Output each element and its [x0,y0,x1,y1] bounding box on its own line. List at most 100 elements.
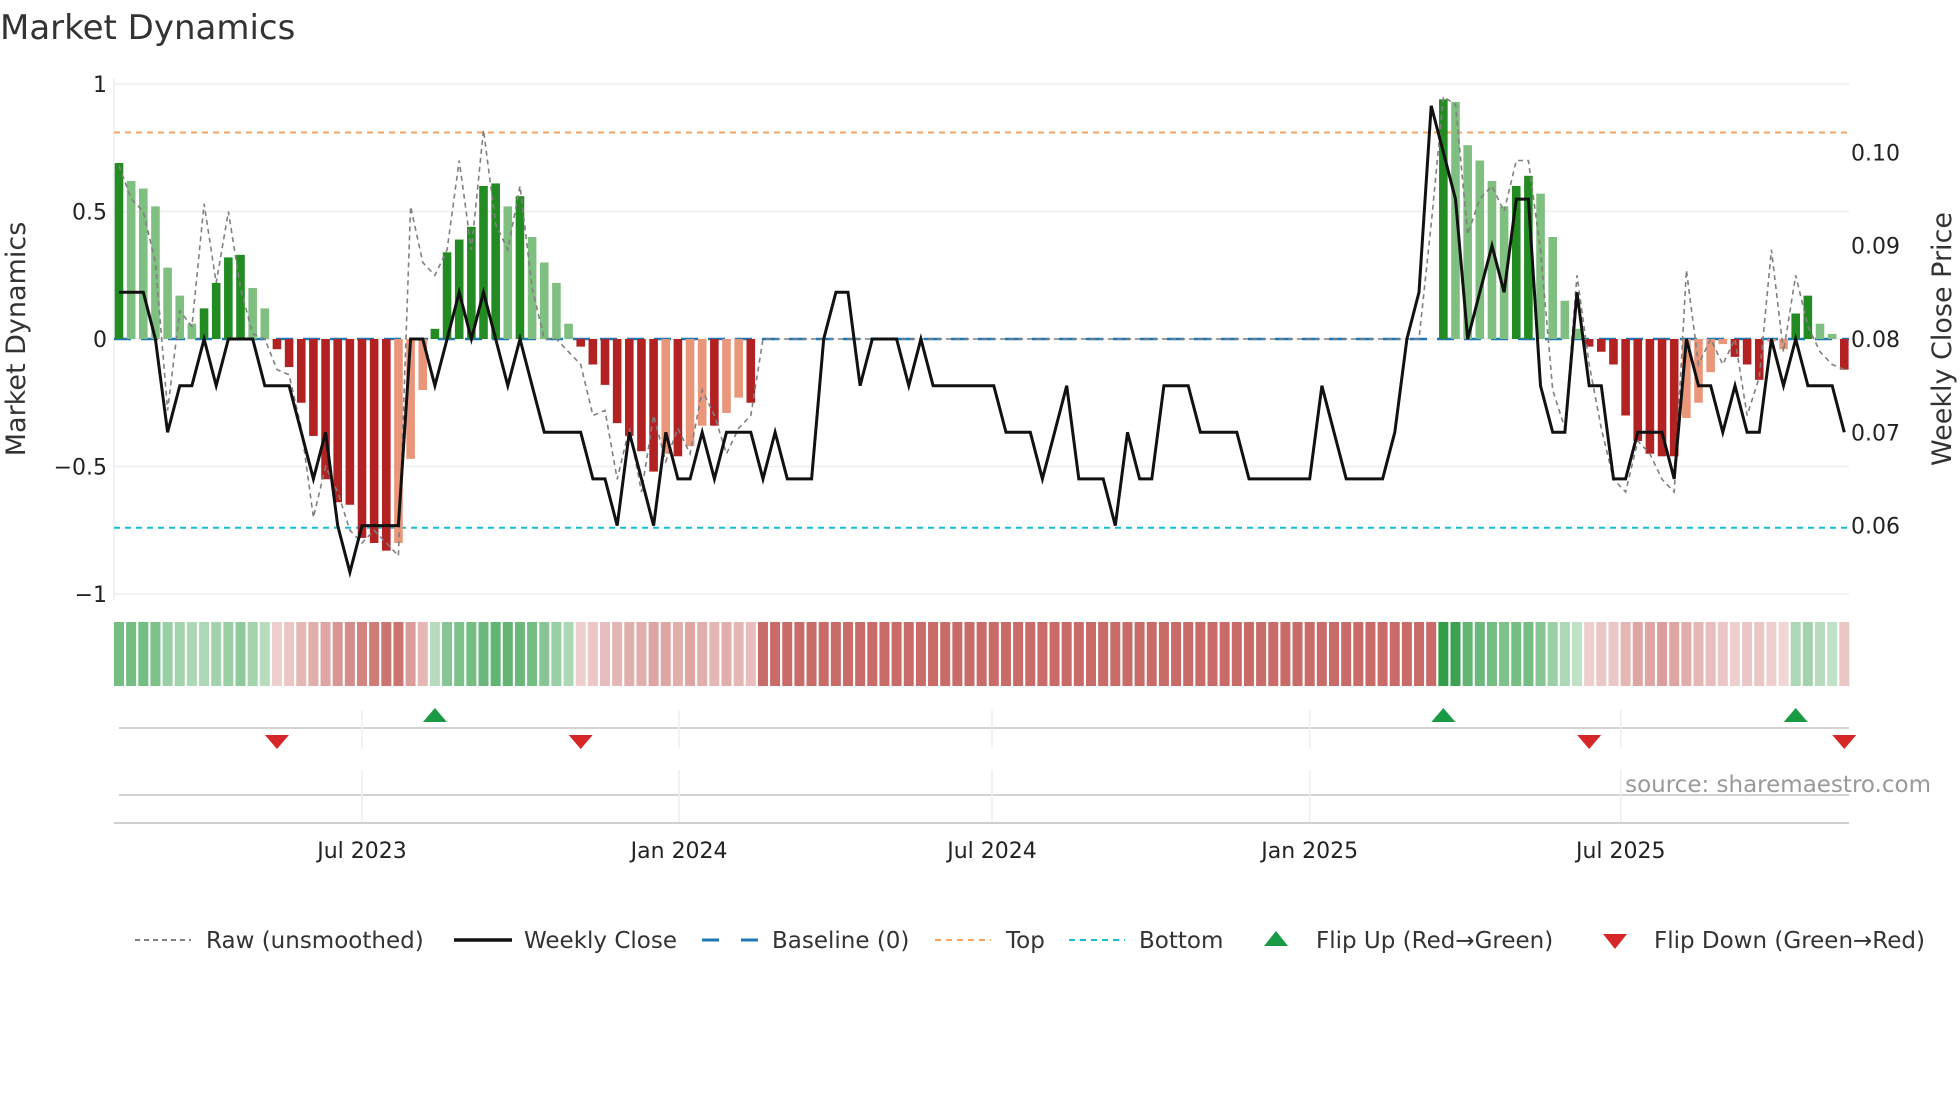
x-tick-label: Jul 2025 [1574,839,1666,864]
y2-axis-label: Weekly Close Price [1927,212,1958,466]
momentum-bar [369,339,379,543]
y2-tick-label: 0.07 [1851,421,1900,446]
x-tick-label: Jan 2025 [1259,839,1358,864]
regime-band-cell [539,622,550,686]
regime-band-cell [1353,622,1364,686]
regime-band-cell [1559,622,1570,686]
momentum-bar [272,339,282,350]
regime-band-cell [612,622,623,686]
legend-flip-up-icon [1264,931,1288,946]
regime-band-cell [697,622,708,686]
regime-band-cell [818,622,829,686]
momentum-bar [1475,160,1485,339]
momentum-bar [175,295,185,339]
momentum-bar [1548,237,1557,339]
regime-band-cell [1134,622,1145,686]
regime-band-cell [271,622,282,686]
momentum-bar [1560,300,1570,339]
regime-band-cell [405,622,416,686]
momentum-bar [357,339,367,538]
regime-band-cell [1535,622,1546,686]
regime-band-cell [1790,622,1801,686]
regime-band-cell [332,622,343,686]
regime-band-cell [1474,622,1485,686]
regime-band-cell [1073,622,1084,686]
y-tick-label: 0.5 [72,201,107,226]
regime-band-cell [1183,622,1194,686]
market-dynamics-chart: Market Dynamics 1 0.5 0 −0.5 −1 0.10 0.09 0.08 0… [0,8,1958,954]
regime-band-cell [114,622,124,686]
regime-band-cell [174,622,185,686]
regime-band-cell [1268,622,1279,686]
regime-band-cell [1717,622,1728,686]
regime-band [114,622,1850,686]
flip-down-marker [264,735,289,749]
regime-band-cell [1815,622,1825,686]
regime-band-cell [150,622,161,686]
regime-band-cell [1705,622,1716,686]
regime-band-cell [1729,622,1740,686]
regime-band-cell [1450,622,1461,686]
regime-band-cell [1110,622,1121,686]
regime-band-cell [442,622,453,686]
momentum-bar [600,339,610,385]
y-tick-label: 1 [93,73,107,98]
y-tick-label: −0.5 [54,456,107,481]
regime-band-cell [1620,622,1631,686]
regime-band-cell [915,622,926,686]
regime-band-cell [514,622,525,686]
legend-label: Raw (unsmoothed) [206,928,424,954]
regime-band-cell [648,622,659,686]
flip-up-marker [1431,708,1456,722]
regime-band-cell [308,622,319,686]
regime-band-cell [709,622,720,686]
momentum-bar [126,180,136,339]
momentum-bar [1742,339,1752,365]
regime-band-cell [1122,622,1133,686]
regime-band-cell [672,622,683,686]
regime-band-cell [1158,622,1169,686]
legend-label: Flip Down (Green→Red) [1654,928,1925,954]
regime-band-cell [320,622,331,686]
regime-band-cell [1219,622,1230,686]
regime-band-cell [1061,622,1072,686]
regime-band-cell [417,622,428,686]
x-axis: Jul 2023 Jan 2024 Jul 2024 Jan 2025 Jul 2025 [114,822,1849,864]
flip-up-marker [422,708,447,722]
regime-band-cell [1608,622,1619,686]
regime-band-cell [1316,622,1327,686]
regime-band-cell [1778,622,1789,686]
regime-band-cell [891,622,902,686]
regime-band-cell [126,622,137,686]
regime-band-cell [1681,622,1692,686]
y2-tick-label: 0.08 [1851,328,1900,353]
regime-band-cell [369,622,380,686]
regime-band-cell [138,622,149,686]
regime-band-cell [1486,622,1497,686]
chart-title: Market Dynamics [0,8,295,48]
regime-band-cell [1644,622,1655,686]
y2-tick-label: 0.10 [1851,141,1900,166]
momentum-bar [479,186,488,339]
source-credit: source: sharemaestro.com [1625,772,1931,798]
regime-band-cell [1511,622,1522,686]
momentum-bar [1827,333,1837,339]
momentum-bar [588,339,598,365]
regime-band-cell [296,622,307,686]
regime-band-cell [259,622,270,686]
regime-band-cell [247,622,258,686]
regime-band-cell [600,622,610,686]
regime-band-cell [162,622,173,686]
regime-band-cell [636,622,647,686]
momentum-bar [151,206,160,339]
regime-band-cell [1584,622,1595,686]
momentum-bar [248,288,257,339]
regime-band-cell [928,622,939,686]
regime-band-cell [466,622,477,686]
legend-label: Baseline (0) [772,928,909,954]
momentum-bar [722,339,731,413]
momentum-bar [1803,295,1813,339]
regime-band-cell [1146,622,1157,686]
regime-band-cell [1280,622,1291,686]
regime-band-cell [587,622,598,686]
